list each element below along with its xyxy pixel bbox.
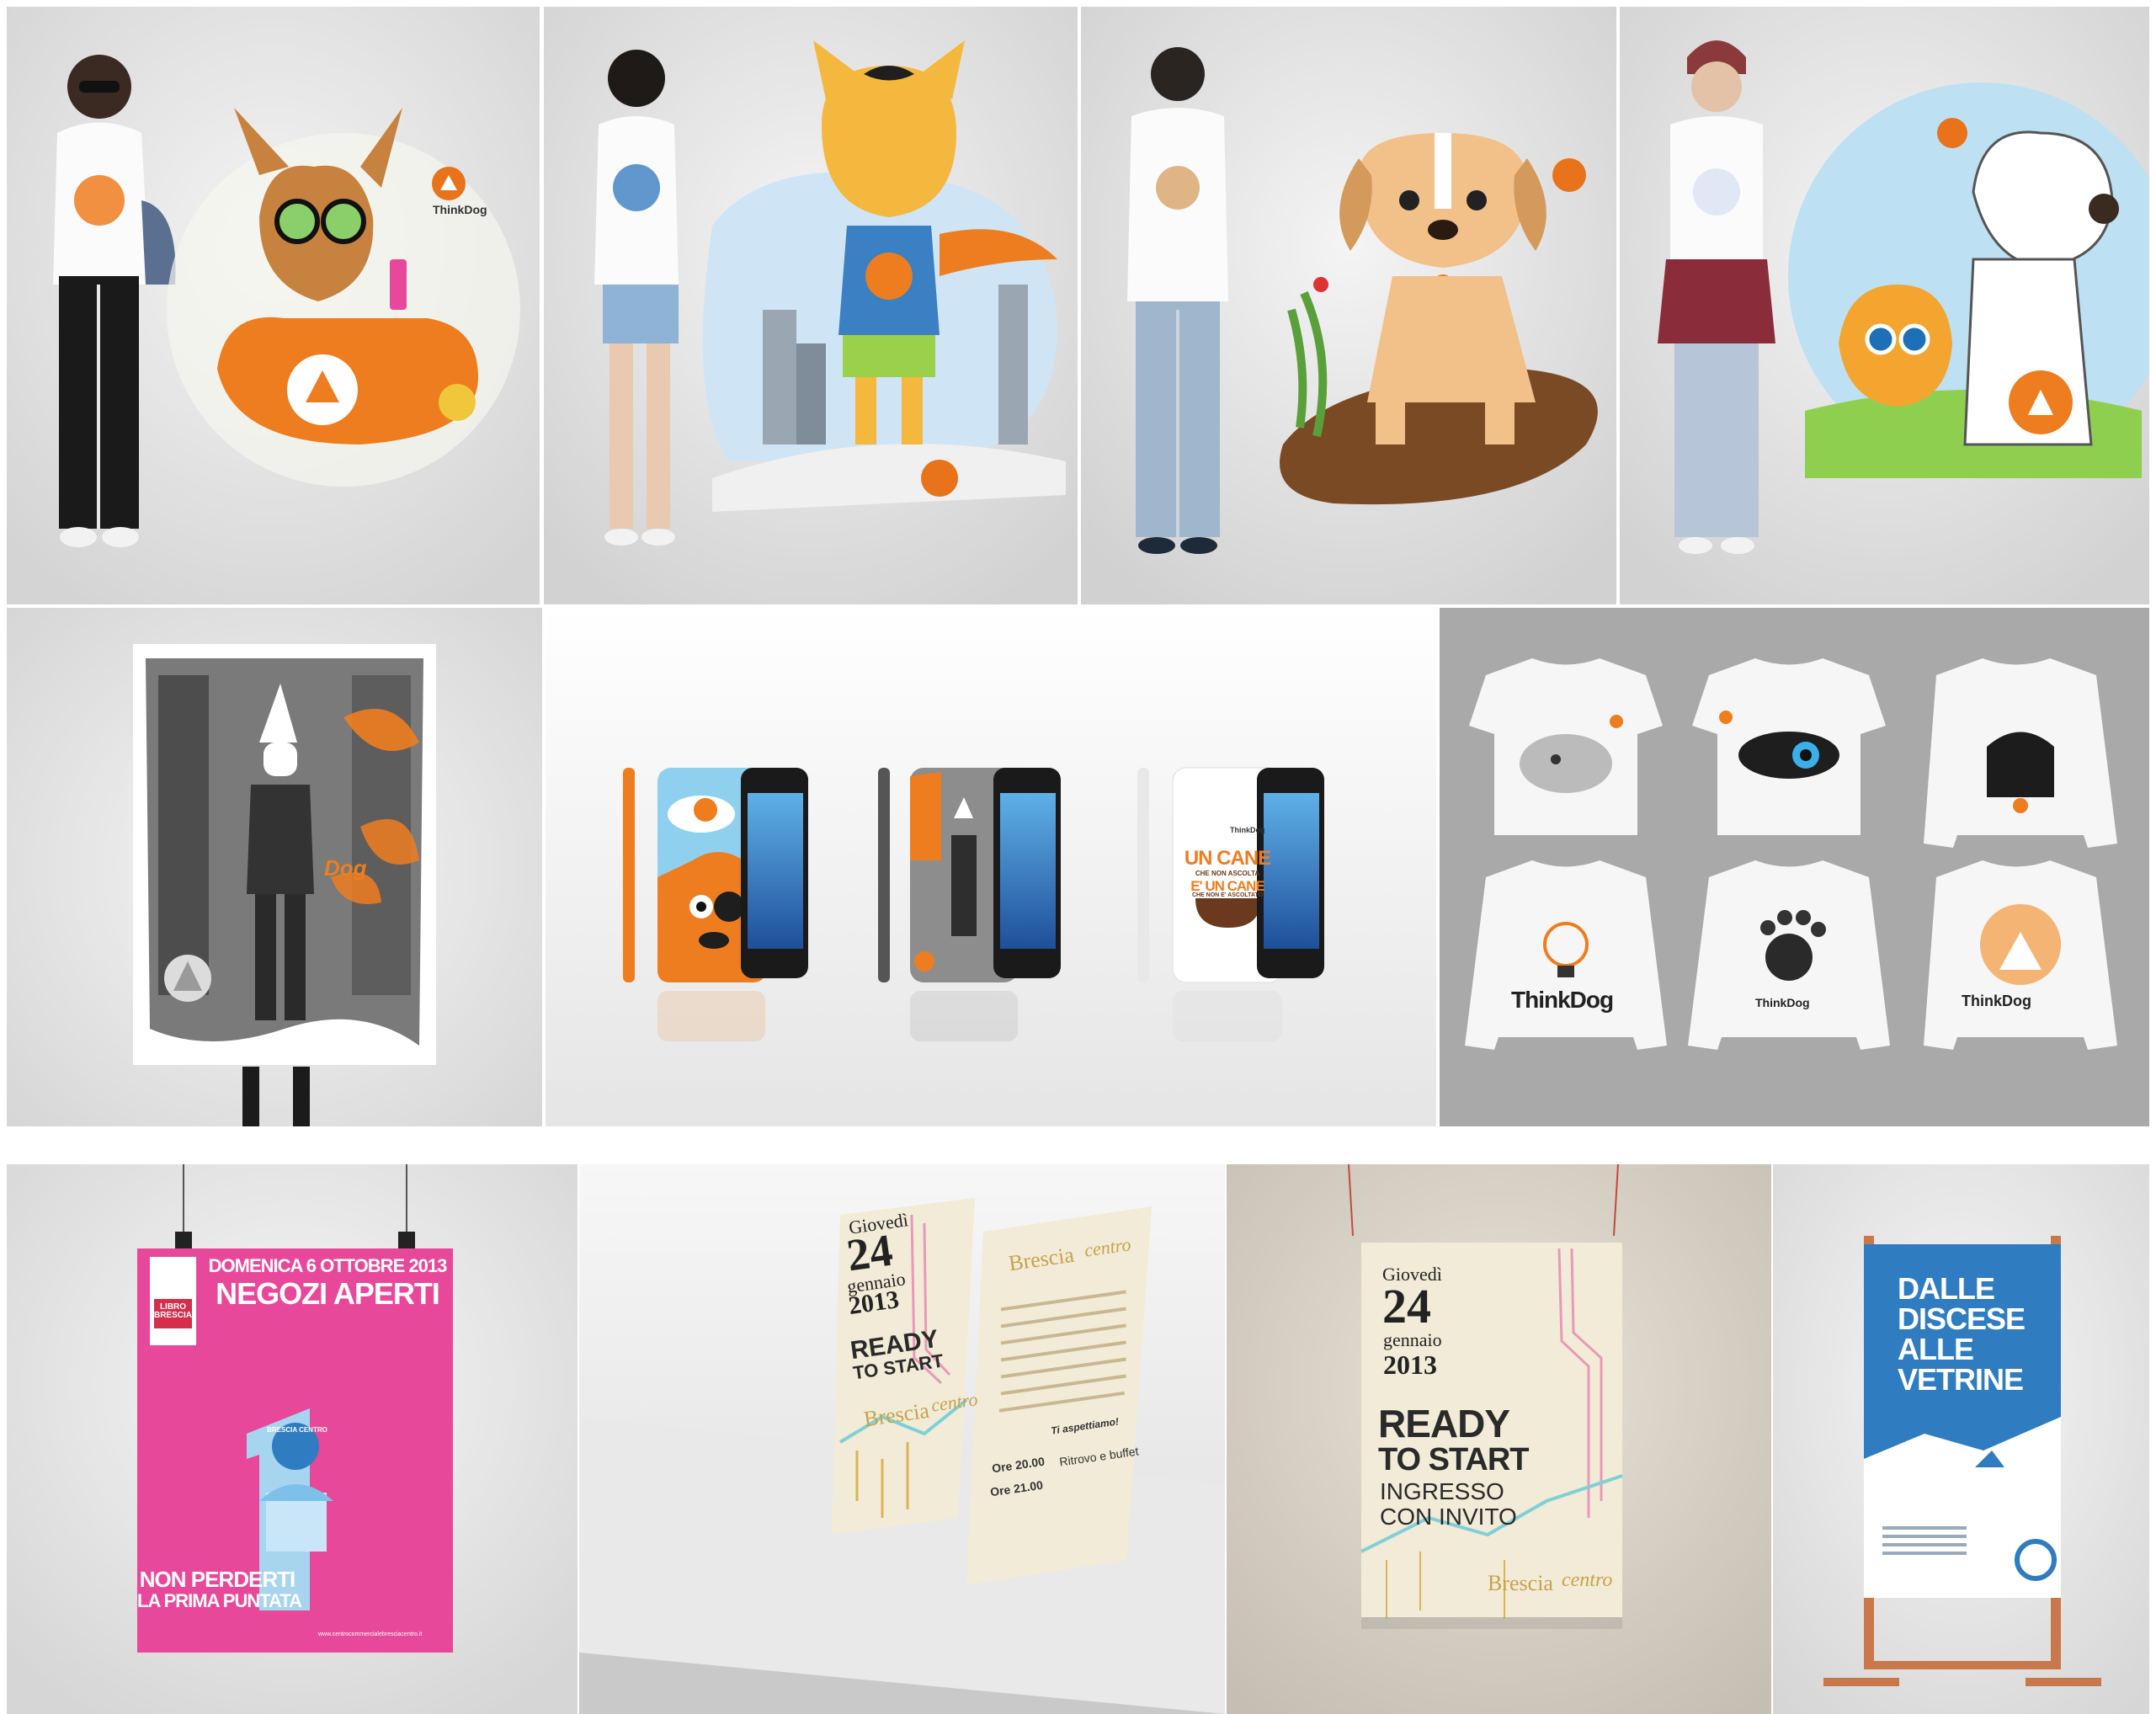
held-poster-scene [7,608,542,1126]
tile-phone-cases: UN CANE CHE NON ASCOLTA E' UN CANE CHE N… [546,608,1436,1126]
poster-sub1: INGRESSO [1380,1478,1504,1504]
phone-cases-scene [546,608,1436,1126]
poster-title1: READY [1378,1402,1510,1445]
poster-brand-a: Brescia [1488,1571,1553,1595]
tile-hanging-poster: Giovedì 24 gennaio 2013 READY TO START I… [1227,1164,1771,1714]
held-poster-logo: Dog [324,855,367,881]
ski-line1: DALLE [1898,1271,1995,1306]
tile-tshirt-chihuahua: ThinkDog [7,7,540,604]
sweatshirts-scene [1440,608,2149,1126]
sweat-logo-1: ThinkDog [1511,987,1614,1013]
poster-sub2: CON INVITO [1380,1504,1517,1530]
phone-case-line2: CHE NON ASCOLTA [1195,870,1260,877]
ski-poster-scene [1773,1164,2149,1714]
poster-day: 24 [1382,1279,1431,1333]
tile-tshirt-two-dogs [1620,7,2149,604]
poster-year: 2013 [1383,1349,1437,1380]
ski-line4: VETRINE [1898,1362,2024,1397]
negozi-center-logo: BRESCIA CENTRO [267,1426,327,1434]
negozi-headline: NEGOZI APERTI [216,1276,440,1311]
sweat-logo-3: ThinkDog [1962,993,2031,1009]
illustration-two-dogs [1788,83,2149,478]
negozi-bottom-line1: NON PERDERTI [139,1567,295,1592]
poster-brand-b: centro [1562,1569,1613,1591]
tshirt-two-dogs-scene [1620,7,2149,604]
poster-title2: TO START [1378,1442,1529,1477]
ski-line3: ALLE [1898,1332,1974,1366]
poster-month: gennaio [1383,1329,1442,1350]
negozi-bottom-line2: LA PRIMA PUNTATA [137,1590,302,1611]
tshirt-chihuahua-scene [7,7,540,604]
tshirt-puppy-scene [1081,7,1616,604]
tile-flyers: Giovedì 24 gennaio 2013 READY TO START B… [579,1164,1225,1714]
tile-ski-poster: DALLE DISCESE ALLE VETRINE [1773,1164,2149,1714]
tshirt-supercat-scene [544,7,1078,604]
phone-case-logo: ThinkDog [1230,826,1265,834]
tile-tshirt-puppy [1081,7,1616,604]
phone-case-line1: UN CANE [1184,847,1271,870]
phone-case-line3: E' UN CANE [1190,878,1265,894]
negozi-date: DOMENICA 6 OTTOBRE 2013 [208,1255,448,1276]
phone-case-line4: CHE NON E' ASCOLTATO [1191,892,1264,898]
negozi-badge: LIBRO BRESCIA [153,1302,192,1320]
ski-line2: DISCESE [1898,1301,2026,1336]
sweat-logo-2: ThinkDog [1755,996,1810,1009]
model-man [1127,47,1228,554]
tile-tshirt-supercat [544,7,1078,604]
tile-negozi-aperti-poster: DOMENICA 6 OTTOBRE 2013 NEGOZI APERTI LI… [7,1164,578,1714]
tile-held-poster: Dog [7,608,542,1126]
tile-sweatshirts: ThinkDog ThinkDog ThinkDog [1440,608,2149,1126]
logo-text: ThinkDog [433,203,487,216]
negozi-poster-scene [7,1164,578,1714]
negozi-website: www.centrocommercialebresciacentro.it [318,1631,423,1637]
